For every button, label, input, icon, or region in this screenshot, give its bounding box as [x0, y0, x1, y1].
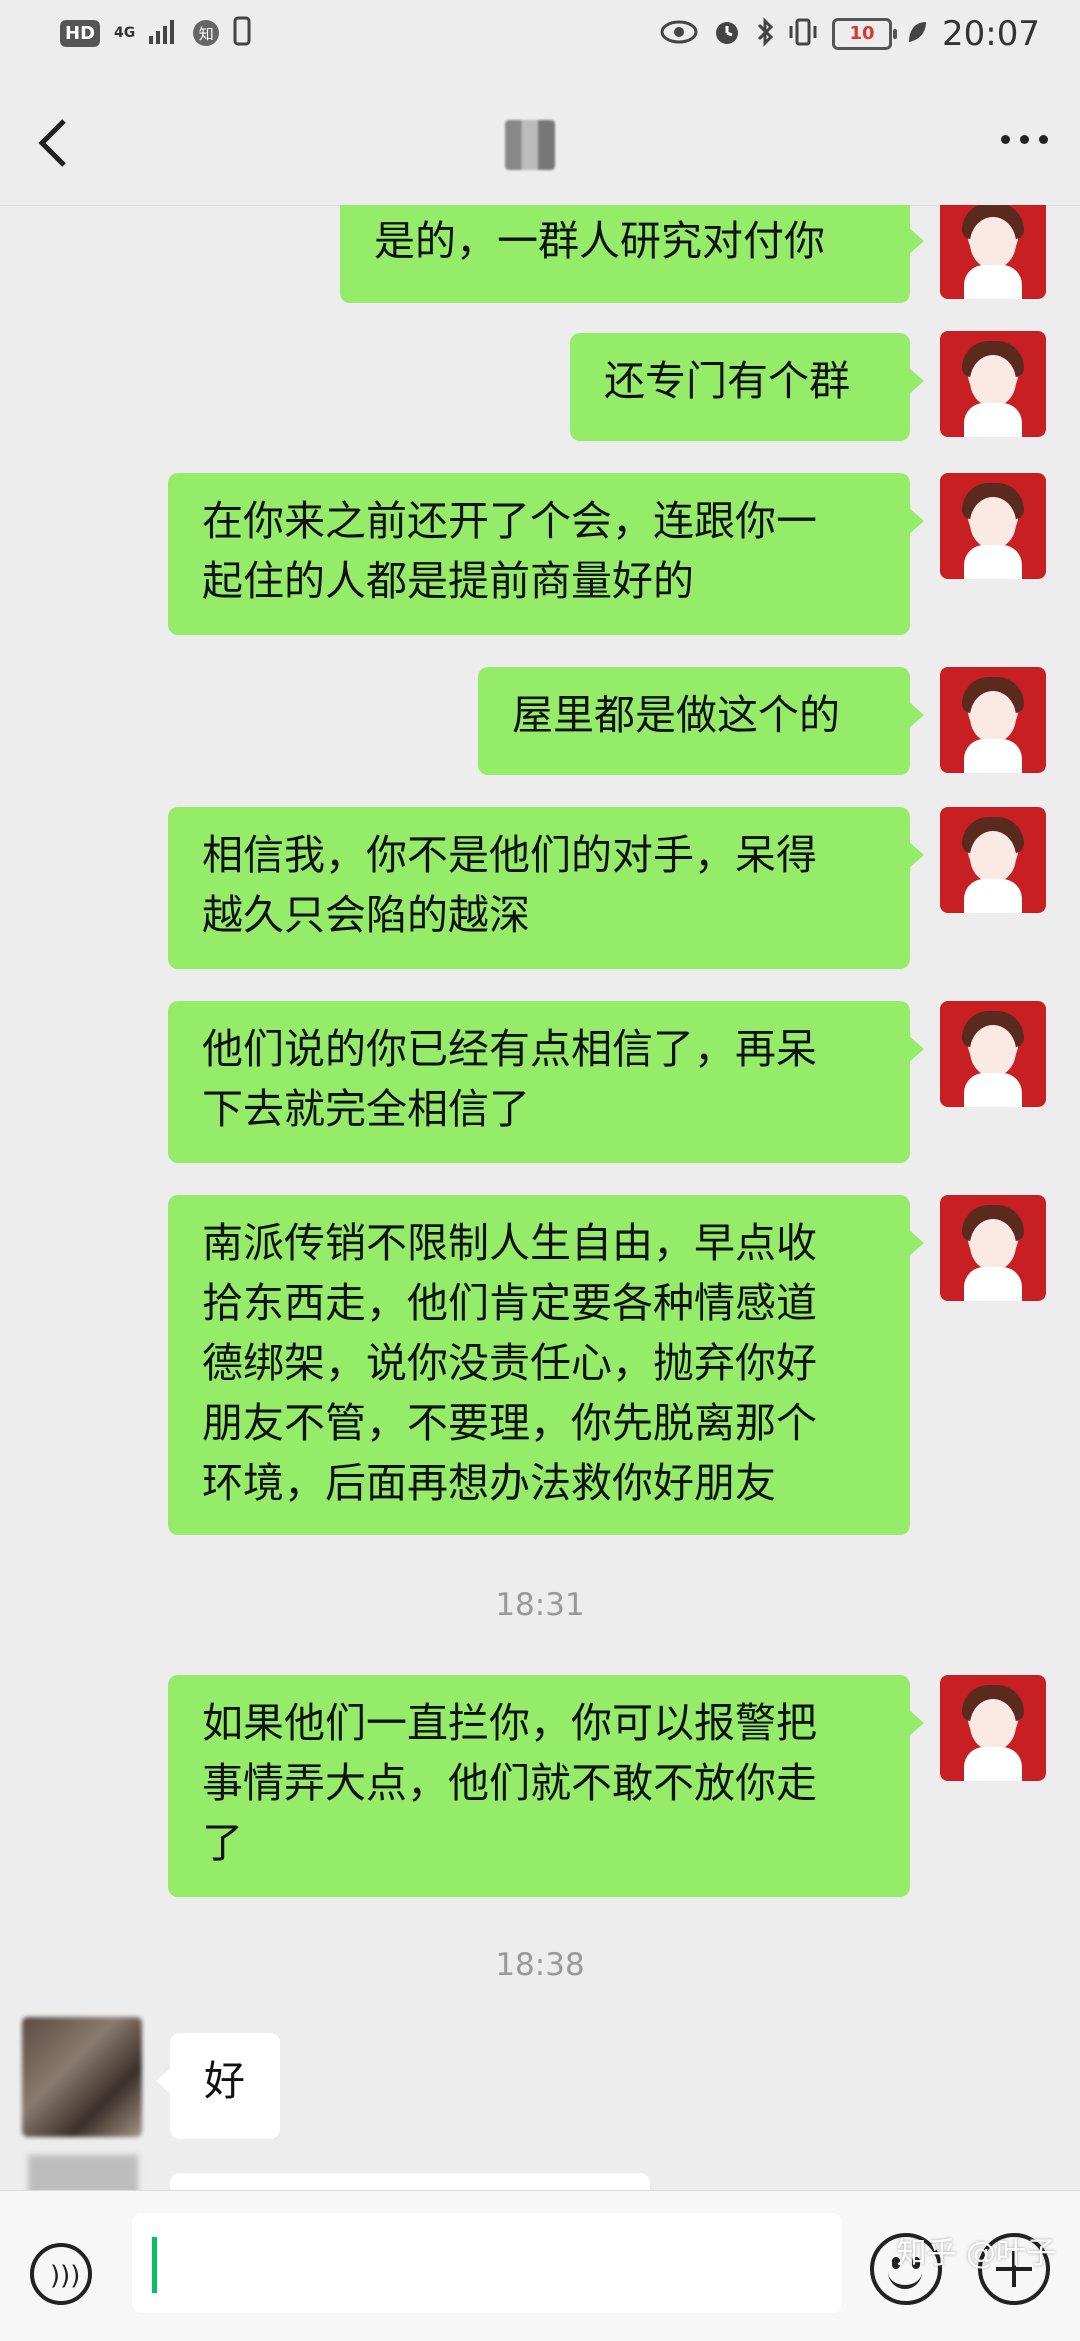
- network-type: 4G: [114, 25, 136, 41]
- message-input[interactable]: [132, 2213, 842, 2313]
- zhihu-notification-icon: 知: [193, 20, 220, 46]
- more-dots-icon: [1001, 135, 1010, 144]
- signal-icon: [149, 18, 179, 48]
- my-avatar[interactable]: [940, 331, 1046, 437]
- clock-time: 20:07: [942, 14, 1040, 54]
- message-bubble-outgoing[interactable]: 在你来之前还开了个会，连跟你一 起住的人都是提前商量好的: [168, 473, 924, 635]
- message-timestamp: 18:38: [495, 1947, 585, 1983]
- emoji-icon: [888, 2271, 922, 2289]
- vibrate-icon: [788, 17, 818, 51]
- message-list[interactable]: 是的，一群人研究对付你 还专门有个群 在你来之前还开了个会，连跟你一 起住的人都…: [0, 205, 1080, 2190]
- chevron-left-icon: [38, 119, 66, 167]
- watermark: 知乎 @叶子: [896, 2236, 1056, 2271]
- message-timestamp: 18:31: [495, 1587, 585, 1623]
- chat-header: [0, 75, 1080, 206]
- battery-icon: 10: [832, 18, 898, 50]
- my-avatar[interactable]: [940, 1001, 1046, 1107]
- contact-avatar-blurred[interactable]: [22, 2017, 142, 2137]
- voice-icon: ))): [50, 2261, 81, 2291]
- my-avatar[interactable]: [940, 1195, 1046, 1301]
- alarm-icon: [712, 17, 742, 51]
- hd-badge: HD: [60, 19, 101, 47]
- my-avatar[interactable]: [940, 473, 1046, 579]
- my-avatar[interactable]: [940, 205, 1046, 299]
- message-bubble-partial: [170, 2173, 650, 2190]
- message-bubble-outgoing[interactable]: 他们说的你已经有点相信了，再呆 下去就完全相信了: [168, 1001, 924, 1163]
- message-bubble-outgoing[interactable]: 相信我，你不是他们的对手，呆得 越久只会陷的越深: [168, 807, 924, 969]
- status-bar: HD 4G 知 10 20:07: [0, 0, 1080, 75]
- contact-name-blurred: [505, 120, 555, 170]
- my-avatar[interactable]: [940, 1675, 1046, 1781]
- message-bubble-outgoing[interactable]: 是的，一群人研究对付你: [340, 205, 924, 303]
- voice-input-button[interactable]: ))): [30, 2243, 92, 2305]
- message-bubble-outgoing[interactable]: 南派传销不限制人生自由，早点收 拾东西走，他们肯定要各种情感道 德绑架，说你没责…: [168, 1195, 924, 1535]
- leaf-icon: [906, 19, 928, 49]
- message-bubble-outgoing[interactable]: 屋里都是做这个的: [478, 667, 924, 775]
- back-button[interactable]: [30, 113, 80, 173]
- more-options-button[interactable]: [1001, 135, 1048, 144]
- bluetooth-icon: [756, 17, 774, 51]
- message-bubble-incoming[interactable]: 好: [156, 2033, 280, 2139]
- my-avatar[interactable]: [940, 667, 1046, 773]
- phone-icon: [233, 16, 251, 50]
- eye-icon: [660, 19, 698, 49]
- my-avatar[interactable]: [940, 807, 1046, 913]
- message-bubble-outgoing[interactable]: 还专门有个群: [570, 333, 924, 441]
- message-bubble-outgoing[interactable]: 如果他们一直拦你，你可以报警把 事情弄大点，他们就不敢不放你走 了: [168, 1675, 924, 1897]
- contact-avatar-blurred: [28, 2155, 138, 2190]
- text-caret: [152, 2237, 157, 2293]
